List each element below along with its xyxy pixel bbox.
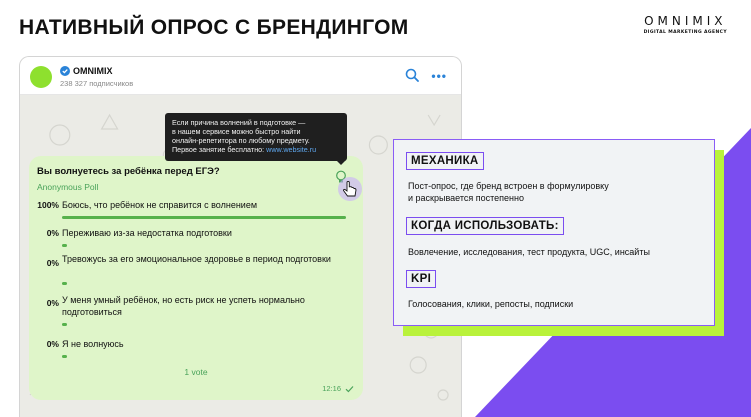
vote-count[interactable]: 1 vote xyxy=(29,367,363,377)
channel-title[interactable]: OMNIMIX xyxy=(60,66,113,76)
poll-option-bar xyxy=(62,282,67,285)
read-check-icon xyxy=(345,386,354,393)
poll-option-percent: 0% xyxy=(46,339,59,349)
poll-message-bubble: Вы волнуетесь за ребёнка перед ЕГЭ? Anon… xyxy=(29,156,363,400)
mechanics-heading: МЕХАНИКА xyxy=(406,152,484,170)
poll-option-bar xyxy=(62,323,67,326)
verified-badge-icon xyxy=(60,66,70,76)
tooltip-arrow xyxy=(336,160,346,165)
poll-option-label: Переживаю из-за недостатка подготовки xyxy=(62,228,232,238)
poll-type-label: Anonymous Poll xyxy=(37,182,99,192)
poll-option-label: Боюсь, что ребёнок не справится с волнен… xyxy=(62,200,258,210)
poll-option-label: Я не волнуюсь xyxy=(62,339,124,349)
when-text: Вовлечение, исследования, тест продукта,… xyxy=(408,247,650,257)
tooltip-link[interactable]: www.website.ru xyxy=(266,145,316,154)
poll-question: Вы волнуетесь за ребёнка перед ЕГЭ? xyxy=(37,166,220,177)
subscriber-count: 238 327 подписчиков xyxy=(60,79,134,88)
logo-wordmark: OMNIMIX xyxy=(644,14,727,28)
channel-header: OMNIMIX 238 327 подписчиков ••• xyxy=(20,57,461,95)
channel-name-label: OMNIMIX xyxy=(73,66,113,76)
poll-option-label: Тревожусь за его эмоциональное здоровье … xyxy=(62,254,331,264)
poll-option-percent: 0% xyxy=(46,298,59,308)
tooltip-line: в нашем сервисе можно быстро найти xyxy=(172,127,301,136)
tooltip-line: Первое занятие бесплатно: www.website.ru xyxy=(172,145,340,154)
logo-tagline: DIGITAL MARKETING AGENCY xyxy=(643,30,727,35)
sponsor-tooltip: Если причина волнений в подготовке — в н… xyxy=(165,113,347,161)
more-options-icon[interactable]: ••• xyxy=(431,70,447,82)
tooltip-line: онлайн-репетитора по любому предмету. xyxy=(172,136,310,145)
poll-option-bar xyxy=(62,216,346,219)
mechanics-text-line: и раскрывается постепенно xyxy=(408,193,524,203)
tooltip-line: Если причина волнений в подготовке — xyxy=(172,118,306,127)
poll-option-percent: 0% xyxy=(46,258,59,268)
poll-option-percent: 0% xyxy=(46,228,59,238)
info-card: МЕХАНИКА Пост-опрос, где бренд встроен в… xyxy=(393,139,715,326)
mechanics-text-line: Пост-опрос, где бренд встроен в формулир… xyxy=(408,181,609,191)
poll-option-bar xyxy=(62,355,67,358)
poll-option-label: У меня умный ребёнок, но есть риск не ус… xyxy=(62,295,305,317)
tooltip-line-prefix: Первое занятие бесплатно: xyxy=(172,145,267,154)
mechanics-text: Пост-опрос, где бренд встроен в формулир… xyxy=(408,180,609,204)
poll-option-percent: 100% xyxy=(37,200,59,210)
message-time: 12:16 xyxy=(322,384,341,393)
channel-avatar[interactable] xyxy=(30,66,52,88)
poll-option-bar xyxy=(62,244,67,247)
search-icon[interactable] xyxy=(405,68,419,82)
when-heading: КОГДА ИСПОЛЬЗОВАТЬ: xyxy=(406,217,564,235)
kpi-text: Голосования, клики, репосты, подписки xyxy=(408,299,574,309)
omnimix-logo: OMNIMIX DIGITAL MARKETING AGENCY xyxy=(644,14,727,35)
slide-title: НАТИВНЫЙ ОПРОС С БРЕНДИНГОМ xyxy=(19,16,409,39)
kpi-heading: KPI xyxy=(406,270,437,288)
